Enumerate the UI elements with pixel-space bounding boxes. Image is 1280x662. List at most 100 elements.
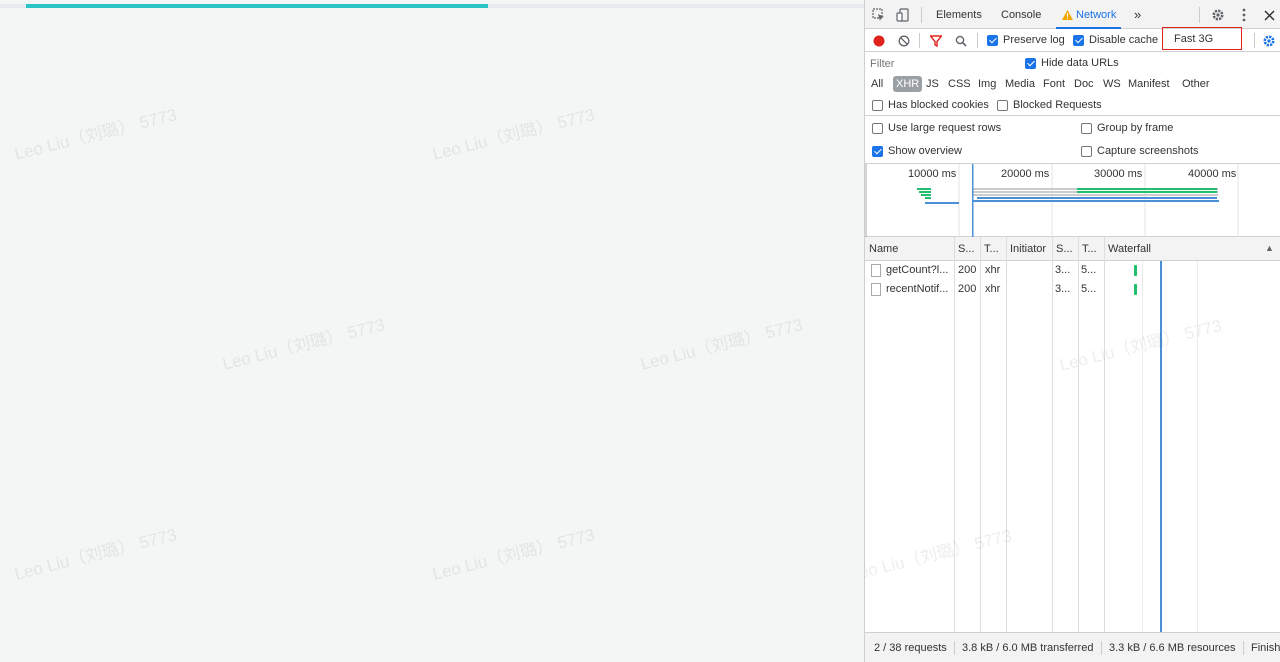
request-initiator [1010,261,1050,280]
preserve-log-checkbox[interactable] [987,35,998,46]
type-filter-img[interactable]: Img [976,76,998,92]
transferred-size: 3.8 kB / 6.0 MB transferred [962,642,1094,654]
large-rows-checkbox[interactable] [872,123,883,134]
page-content: Leo Liu（刘璐） 5773 Leo Liu（刘璐） 5773 Leo Li… [0,0,864,662]
throttling-select[interactable]: Fast 3G [1162,27,1242,50]
type-filter-css[interactable]: CSS [946,76,973,92]
filter-bar: Hide data URLs All XHR JS CSS Img Media … [865,52,1280,116]
more-options-icon[interactable] [1236,7,1252,23]
devtools-tab-bar: Elements Console Network » [865,0,1280,29]
watermark: Leo Liu（刘璐） 5773 [638,315,805,374]
file-icon [871,264,881,277]
record-icon[interactable] [872,34,886,48]
network-options: Use large request rows Group by frame Sh… [865,116,1280,164]
watermark: Leo Liu（刘璐） 5773 [12,525,179,584]
filter-input[interactable] [869,55,1013,72]
loading-progress-fill [26,4,488,8]
tab-elements[interactable]: Elements [936,0,982,29]
type-filter-all[interactable]: All [869,76,885,92]
type-filter-media[interactable]: Media [1003,76,1037,92]
column-type[interactable]: T... [980,237,1006,261]
watermark: Leo Liu（刘璐） 5773 [864,526,1014,585]
tab-console[interactable]: Console [1001,0,1041,29]
request-type: xhr [985,283,1001,295]
column-initiator[interactable]: Initiator [1006,237,1052,261]
group-by-frame-checkbox[interactable] [1081,123,1092,134]
request-name: recentNotif... [886,283,949,295]
request-table-body: getCount?l... 200 xhr 3... 5... recentNo… [865,261,1280,632]
request-time: 5... [1081,264,1097,276]
type-filter-font[interactable]: Font [1041,76,1067,92]
request-time: 5... [1081,283,1097,295]
preserve-log-label: Preserve log [1003,34,1065,46]
request-size: 3... [1055,264,1071,276]
hide-data-urls-checkbox[interactable] [1025,58,1036,69]
show-overview-checkbox[interactable] [872,146,883,157]
file-icon [871,283,881,296]
group-by-frame-label: Group by frame [1097,122,1174,134]
network-status-bar: 2 / 38 requests 3.8 kB / 6.0 MB transfer… [865,632,1280,662]
request-size: 3... [1055,283,1071,295]
request-status: 200 [958,264,977,276]
table-row[interactable]: getCount?l... 200 xhr 3... 5... [865,261,1280,280]
has-blocked-cookies-checkbox[interactable] [872,100,883,111]
blocked-requests-checkbox[interactable] [997,100,1008,111]
type-filter-manifest[interactable]: Manifest [1126,76,1172,92]
sort-ascending-icon: ▲ [1265,243,1274,253]
overview-tick-label: 40000 ms [1188,168,1237,180]
show-overview-label: Show overview [888,145,962,157]
more-tabs-button[interactable]: » [1134,0,1141,29]
waterfall-bar [1134,284,1137,295]
disable-cache-checkbox[interactable] [1073,35,1084,46]
device-toolbar-icon[interactable] [895,8,911,22]
request-initiator [1010,280,1050,299]
close-icon[interactable] [1261,7,1277,23]
watermark: Leo Liu（刘璐） 5773 [12,105,179,164]
waterfall-timeline-marker [1160,261,1162,632]
request-count: 2 / 38 requests [874,642,947,654]
type-filter-ws[interactable]: WS [1101,76,1123,92]
settings-gear-icon[interactable] [1210,7,1226,23]
type-filter-doc[interactable]: Doc [1072,76,1096,92]
inspect-element-icon[interactable] [871,8,887,22]
request-table-header: Name S... T... Initiator S... T... Water… [865,237,1280,261]
hide-data-urls-label: Hide data URLs [1041,57,1119,69]
type-filter-xhr[interactable]: XHR [893,76,923,92]
capture-screenshots-label: Capture screenshots [1097,145,1199,157]
network-settings-gear-icon[interactable] [1261,33,1277,49]
loading-progress-bar [0,4,864,8]
watermark: Leo Liu（刘璐） 5773 [430,525,597,584]
column-time[interactable]: T... [1078,237,1104,261]
type-filter-js[interactable]: JS [924,76,941,92]
large-rows-label: Use large request rows [888,122,1002,134]
search-icon[interactable] [954,34,968,48]
resource-type-filters: All XHR JS CSS Img Media Font Doc WS Man… [869,76,1279,92]
has-blocked-cookies-label: Has blocked cookies [888,99,989,111]
watermark: Leo Liu（刘璐） 5773 [430,105,597,164]
disable-cache-label: Disable cache [1089,34,1159,46]
overview-tick-label: 10000 ms [908,168,957,180]
capture-screenshots-checkbox[interactable] [1081,146,1092,157]
finish-time: Finish [1251,642,1280,654]
overview-tick-label: 30000 ms [1094,168,1143,180]
type-filter-other[interactable]: Other [1180,76,1212,92]
overview-tick-label: 20000 ms [1001,168,1050,180]
filter-icon[interactable] [929,34,943,48]
resources-size: 3.3 kB / 6.6 MB resources [1109,642,1236,654]
waterfall-bar [1134,265,1137,276]
network-overview[interactable]: 10000 ms 20000 ms 30000 ms 40000 ms [865,164,1280,237]
column-waterfall[interactable]: Waterfall [1104,237,1264,261]
warning-icon [1061,9,1073,21]
network-toolbar: Preserve log Disable cache Fast 3G [865,27,1280,52]
request-type: xhr [985,264,1001,276]
throttling-value: Fast 3G [1174,33,1214,45]
column-name[interactable]: Name [865,237,954,261]
column-status[interactable]: S... [954,237,980,261]
blocked-requests-label: Blocked Requests [1013,99,1102,111]
devtools-panel: Elements Console Network » Preserve log … [864,0,1280,662]
clear-icon[interactable] [897,34,911,48]
request-status: 200 [958,283,977,295]
table-row[interactable]: recentNotif... 200 xhr 3... 5... [865,280,1280,299]
column-size[interactable]: S... [1052,237,1078,261]
tab-network[interactable]: Network [1076,0,1116,29]
